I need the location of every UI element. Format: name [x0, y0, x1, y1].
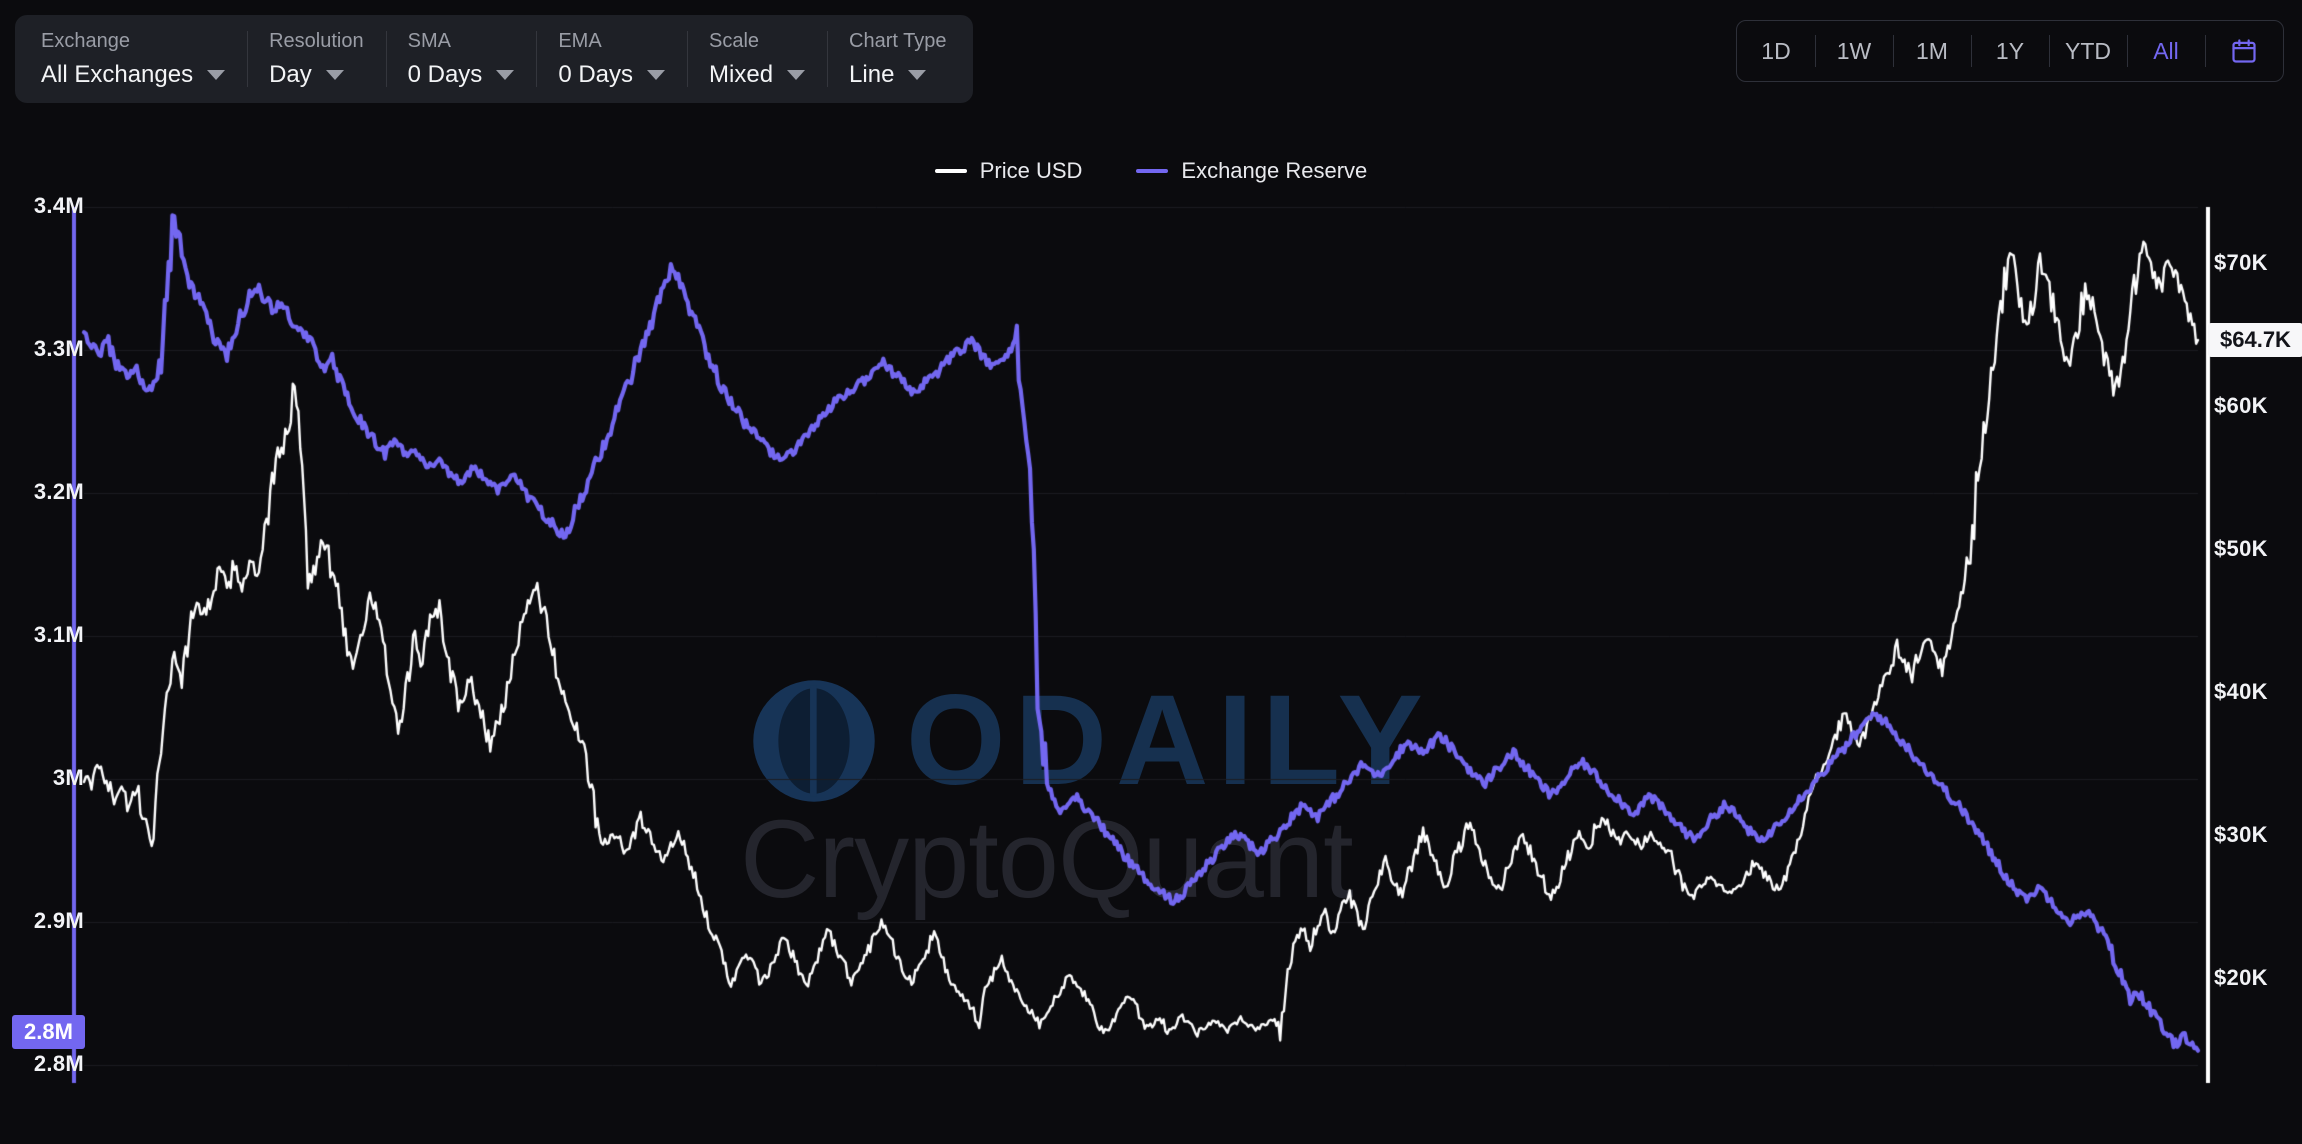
y-axis-left-tick: 3.4M	[33, 193, 84, 218]
toolbar-dropdown-value: 0 Days	[558, 61, 634, 88]
chart-options-toolbar: Exchange All Exchanges Resolution Day SMA 0 D…	[15, 15, 973, 103]
chevron-down-icon[interactable]	[207, 70, 226, 80]
y-axis-left-tick: 2.8M	[33, 1051, 84, 1076]
toolbar-dropdown-label: Scale	[709, 30, 760, 52]
chart-canvas[interactable]	[0, 205, 2302, 1085]
toolbar-dropdown-label: EMA	[558, 30, 602, 52]
toolbar-dropdown-value: 0 Days	[407, 61, 483, 88]
toolbar-dropdown-resolution[interactable]: Resolution Day	[247, 15, 386, 103]
chart-legend: Price USD Exchange Reserve	[0, 158, 2302, 184]
y-axis-right-tick: $60K	[2214, 393, 2268, 419]
chevron-down-icon[interactable]	[325, 70, 344, 80]
toolbar-dropdown-label: Exchange	[41, 30, 130, 52]
toolbar-dropdown-chart-type[interactable]: Chart Type Line	[827, 15, 968, 103]
y-axis-right-tick: $30K	[2214, 822, 2268, 848]
y-axis-left-tick: 3M	[52, 765, 84, 790]
chevron-down-icon[interactable]	[496, 70, 515, 80]
chevron-down-icon[interactable]	[647, 70, 666, 80]
y-axis-left-tick: 3.2M	[33, 479, 84, 504]
chart-container: ODAILY CryptoQuant 3.4M3.3M3.2M3.1M3M2.9…	[0, 193, 2302, 1085]
toolbar-dropdown-label: Resolution	[269, 30, 364, 52]
legend-item-exchange-reserve[interactable]: Exchange Reserve	[1136, 158, 1367, 184]
toolbar-dropdown-sma[interactable]: SMA 0 Days	[385, 15, 537, 103]
range-button-1d[interactable]: 1D	[1737, 21, 1815, 81]
legend-color-swatch	[934, 169, 967, 173]
legend-label: Price USD	[979, 158, 1083, 183]
calendar-picker-button[interactable]	[2205, 21, 2283, 81]
toolbar-dropdown-scale[interactable]: Scale Mixed	[687, 15, 827, 103]
toolbar-dropdown-value: Day	[269, 61, 312, 88]
left-axis-current-value-badge: 2.8M	[12, 1015, 85, 1049]
chevron-down-icon[interactable]	[787, 70, 806, 80]
range-button-1y[interactable]: 1Y	[1971, 21, 2049, 81]
y-axis-right-tick: $40K	[2214, 679, 2268, 705]
toolbar-dropdown-label: SMA	[407, 30, 451, 52]
toolbar-dropdown-value: Mixed	[709, 61, 774, 88]
y-axis-left-tick: 2.9M	[33, 908, 84, 933]
range-button-ytd[interactable]: YTD	[2049, 21, 2127, 81]
y-axis-right-tick: $70K	[2214, 250, 2268, 276]
toolbar-dropdown-exchange[interactable]: Exchange All Exchanges	[19, 15, 247, 103]
range-button-all[interactable]: All	[2127, 21, 2205, 81]
time-range-selector: 1D 1W 1M 1Y YTD All	[1736, 20, 2284, 82]
toolbar-dropdown-ema[interactable]: EMA 0 Days	[536, 15, 687, 103]
y-axis-right-tick: $50K	[2214, 536, 2268, 562]
range-button-1w[interactable]: 1W	[1815, 21, 1893, 81]
toolbar-dropdown-value: All Exchanges	[41, 61, 194, 88]
right-axis-current-value-badge: $64.7K	[2208, 322, 2302, 357]
legend-color-swatch	[1136, 169, 1169, 173]
toolbar-dropdown-value: Line	[849, 61, 895, 88]
range-button-1m[interactable]: 1M	[1893, 21, 1971, 81]
chevron-down-icon[interactable]	[908, 70, 927, 80]
y-axis-right-tick: $20K	[2214, 965, 2268, 991]
y-axis-left-tick: 3.3M	[33, 336, 84, 361]
toolbar-dropdown-label: Chart Type	[849, 30, 947, 52]
y-axis-left-tick: 3.1M	[33, 622, 84, 647]
legend-item-price-usd[interactable]: Price USD	[934, 158, 1083, 184]
calendar-icon	[2232, 39, 2256, 63]
legend-label: Exchange Reserve	[1181, 158, 1368, 183]
